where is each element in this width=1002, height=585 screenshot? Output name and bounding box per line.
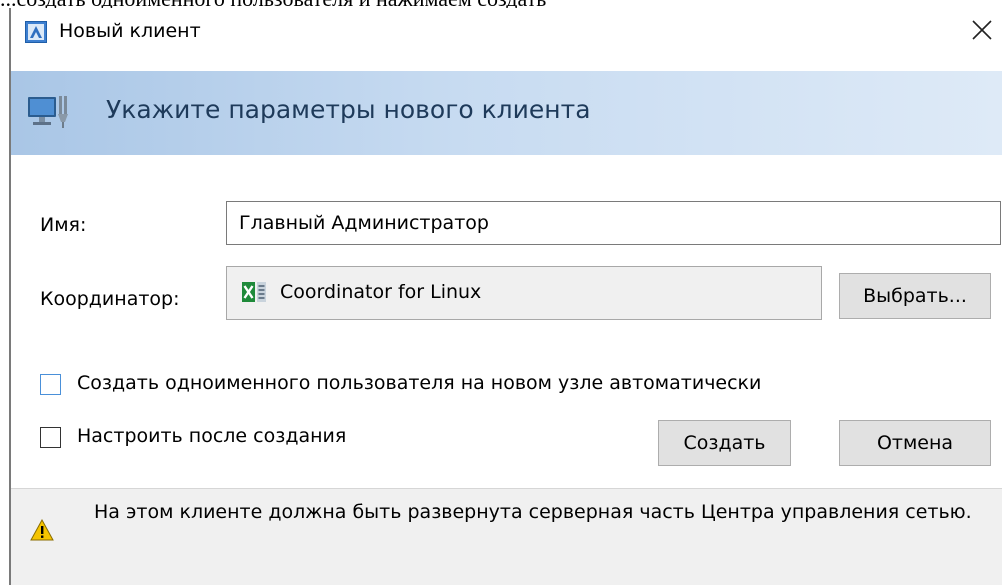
app-icon xyxy=(25,21,47,43)
name-input[interactable] xyxy=(226,201,1001,245)
cancel-button[interactable]: Отмена xyxy=(839,420,991,466)
window-title: Новый клиент xyxy=(59,20,201,42)
close-button[interactable] xyxy=(962,8,1002,56)
create-user-label[interactable]: Создать одноименного пользователя на нов… xyxy=(77,372,761,394)
coordinator-icon xyxy=(241,280,267,304)
coordinator-field: Coordinator for Linux xyxy=(226,266,822,320)
footer: На этом клиенте должна быть развернута с… xyxy=(11,489,1002,585)
coordinator-value: Coordinator for Linux xyxy=(280,281,482,303)
title-bar: Новый клиент xyxy=(11,8,1002,58)
create-button[interactable]: Создать xyxy=(658,420,791,466)
configure-after-checkbox[interactable] xyxy=(40,427,61,448)
network-computer-icon xyxy=(27,94,69,128)
name-label: Имя: xyxy=(40,214,87,236)
warning-text: На этом клиенте должна быть развернута с… xyxy=(94,501,972,523)
coordinator-label: Координатор: xyxy=(40,288,180,310)
select-coordinator-button[interactable]: Выбрать... xyxy=(839,273,991,319)
configure-after-label[interactable]: Настроить после создания xyxy=(77,425,346,447)
page: ...создать одноименного пользователя и н… xyxy=(0,0,1002,585)
warning-icon xyxy=(30,518,54,541)
new-client-dialog: Новый клиент Укажите параметры нового кл… xyxy=(9,8,1002,585)
header-title: Укажите параметры нового клиента xyxy=(106,95,591,124)
close-icon xyxy=(971,19,993,45)
create-user-checkbox[interactable] xyxy=(40,374,61,395)
header-band: Укажите параметры нового клиента xyxy=(11,71,1002,155)
